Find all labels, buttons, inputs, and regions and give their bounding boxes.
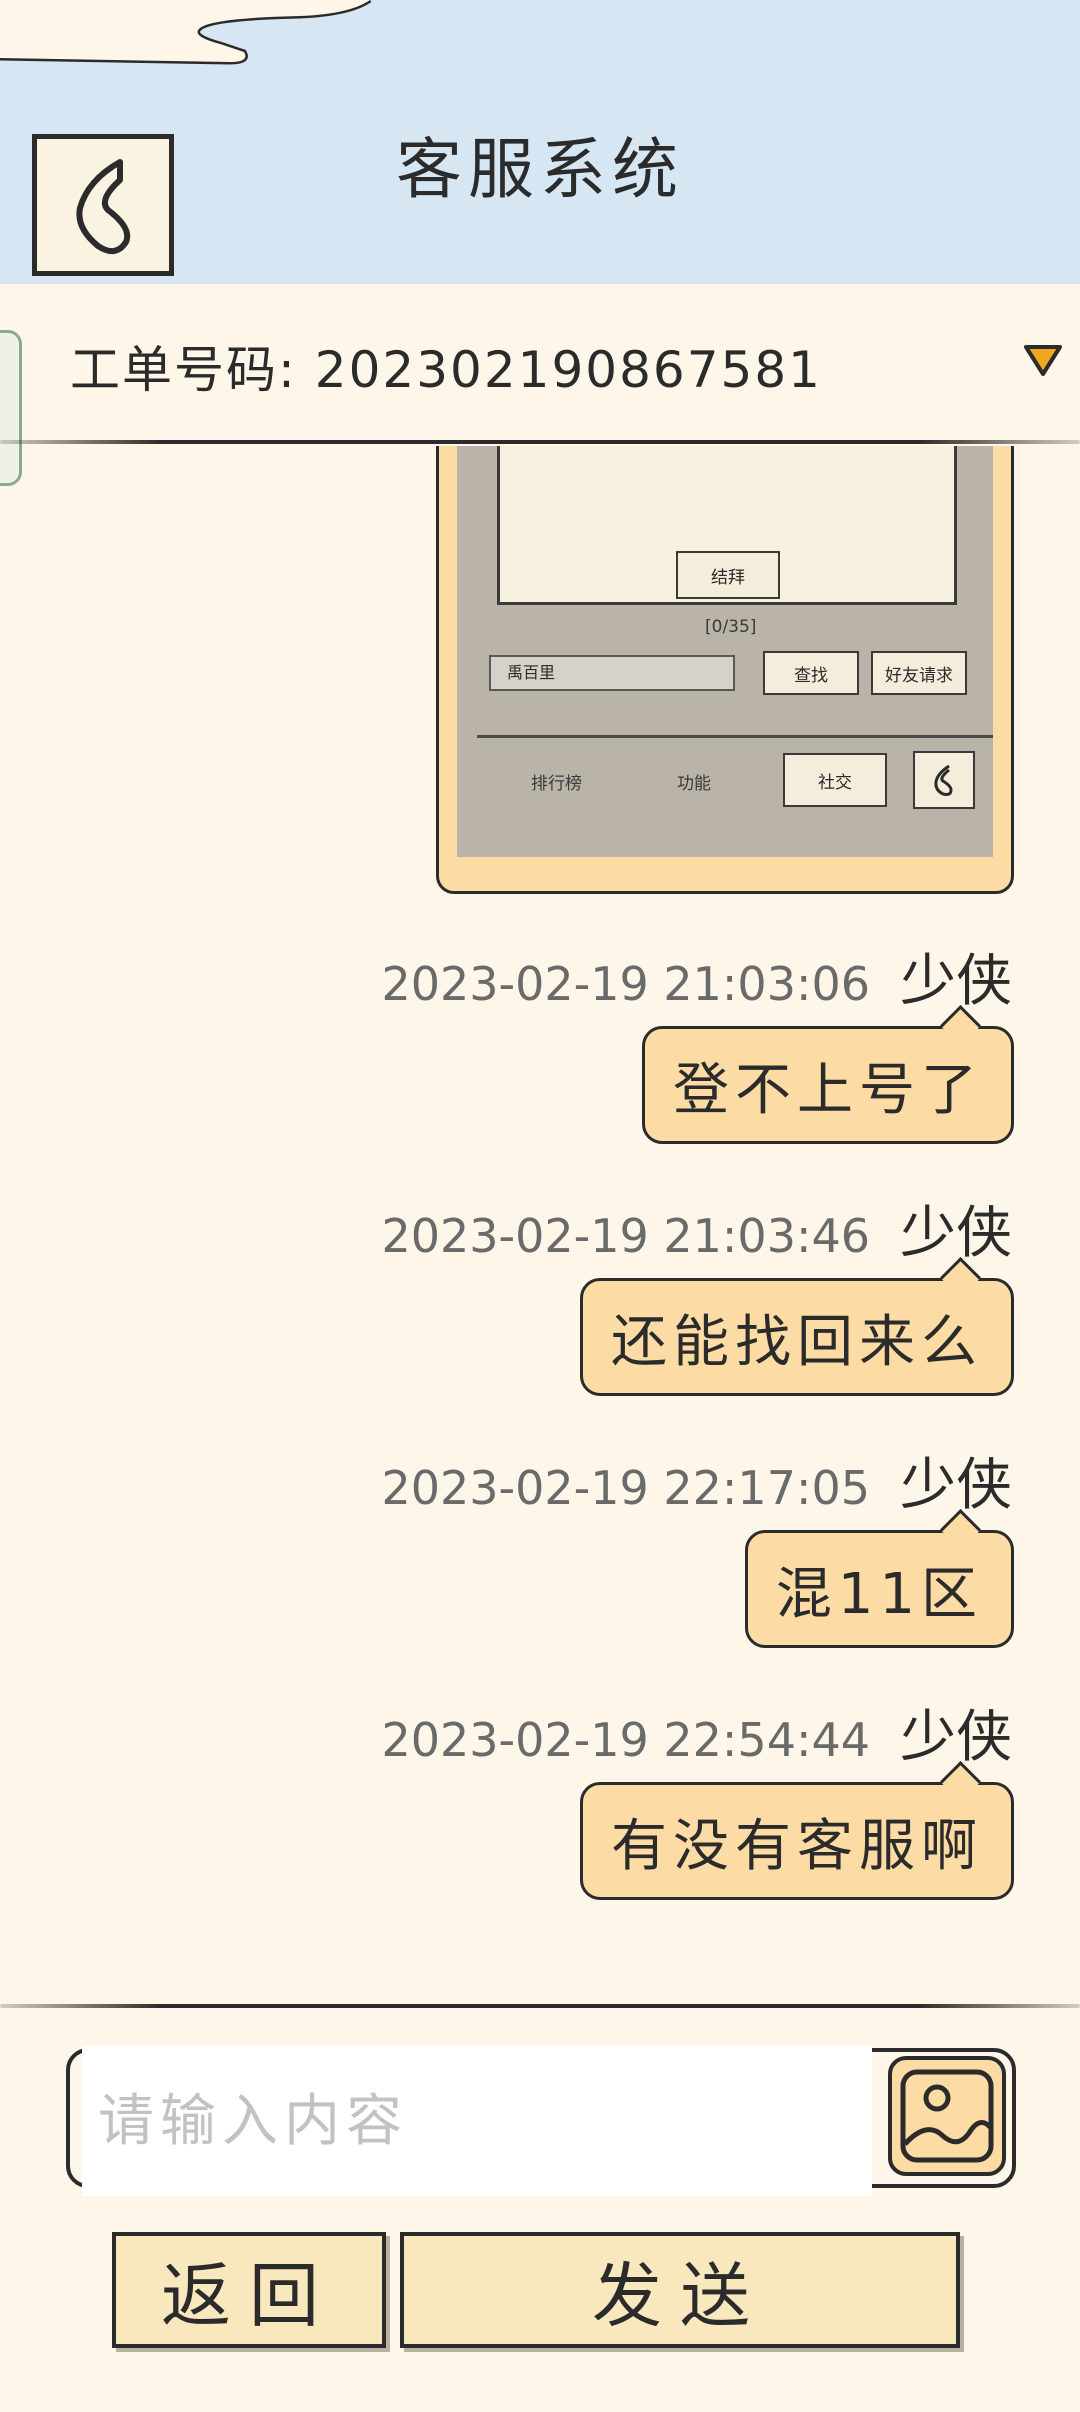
composer <box>66 2046 1016 2196</box>
triangle-down-icon <box>1024 345 1062 376</box>
message-sender: 少侠 <box>900 1705 1012 1770</box>
message-bubble[interactable]: 还能找回来么 <box>580 1278 1014 1396</box>
preview-tab-social: 社交 <box>783 753 887 807</box>
message-bubble[interactable]: 有没有客服啊 <box>580 1782 1014 1900</box>
message-meta: 2023-02-19 22:54:44 少侠 <box>381 1692 1012 1773</box>
ticket-info: 工单号码: 202302190867581 <box>70 330 822 402</box>
preview-search-field: 禹百里 <box>489 655 735 691</box>
message-meta: 2023-02-19 21:03:06 少侠 <box>381 936 1012 1017</box>
header-bar: 客服系统 <box>0 0 1080 284</box>
preview-panel-button: 结拜 <box>676 551 780 599</box>
preview-panel: 结拜 <box>497 446 957 605</box>
message-time: 2023-02-19 22:54:44 <box>381 1713 870 1767</box>
message-sender: 少侠 <box>900 949 1012 1014</box>
preview-tab-ranking: 排行榜 <box>531 774 582 794</box>
message-time: 2023-02-19 21:03:06 <box>381 957 870 1011</box>
preview-counter: [0/35] <box>705 617 757 637</box>
message-time: 2023-02-19 22:17:05 <box>381 1461 870 1515</box>
return-button[interactable]: 返回 <box>112 2232 386 2348</box>
chat-area[interactable]: 结拜 [0/35] 禹百里 查找 好友请求 排行榜 功能 社交 2023-02-… <box>0 446 1080 2004</box>
message-time: 2023-02-19 21:03:46 <box>381 1209 870 1263</box>
message-input[interactable] <box>82 2046 872 2196</box>
preview-divider <box>477 735 993 738</box>
screenshot-image: 结拜 [0/35] 禹百里 查找 好友请求 排行榜 功能 社交 <box>457 446 993 857</box>
message-meta: 2023-02-19 22:17:05 少侠 <box>381 1440 1012 1521</box>
message-bubble[interactable]: 混11区 <box>744 1530 1014 1648</box>
send-button[interactable]: 发送 <box>400 2232 960 2348</box>
preview-friend-request-button: 好友请求 <box>871 651 967 695</box>
divider-bottom <box>0 2004 1080 2008</box>
ticket-label: 工单号码: <box>70 341 297 399</box>
divider-top <box>0 440 1080 444</box>
message-sender: 少侠 <box>900 1453 1012 1518</box>
message-sender: 少侠 <box>900 1201 1012 1266</box>
ticket-number: 202302190867581 <box>314 341 822 399</box>
ticket-dropdown-toggle[interactable] <box>1020 340 1066 380</box>
image-icon <box>900 2069 994 2163</box>
message-meta: 2023-02-19 21:03:46 少侠 <box>381 1188 1012 1269</box>
message-bubble[interactable]: 登不上号了 <box>642 1026 1014 1144</box>
page-title: 客服系统 <box>396 131 684 208</box>
screenshot-message[interactable]: 结拜 [0/35] 禹百里 查找 好友请求 排行榜 功能 社交 <box>436 446 1014 894</box>
cloud-decoration <box>0 0 372 65</box>
ticket-row: 工单号码: 202302190867581 <box>0 284 1080 444</box>
preview-search-button: 查找 <box>763 651 859 695</box>
preview-tab-function: 功能 <box>677 774 711 794</box>
preview-back-icon <box>913 751 975 809</box>
send-image-button[interactable] <box>888 2056 1006 2176</box>
